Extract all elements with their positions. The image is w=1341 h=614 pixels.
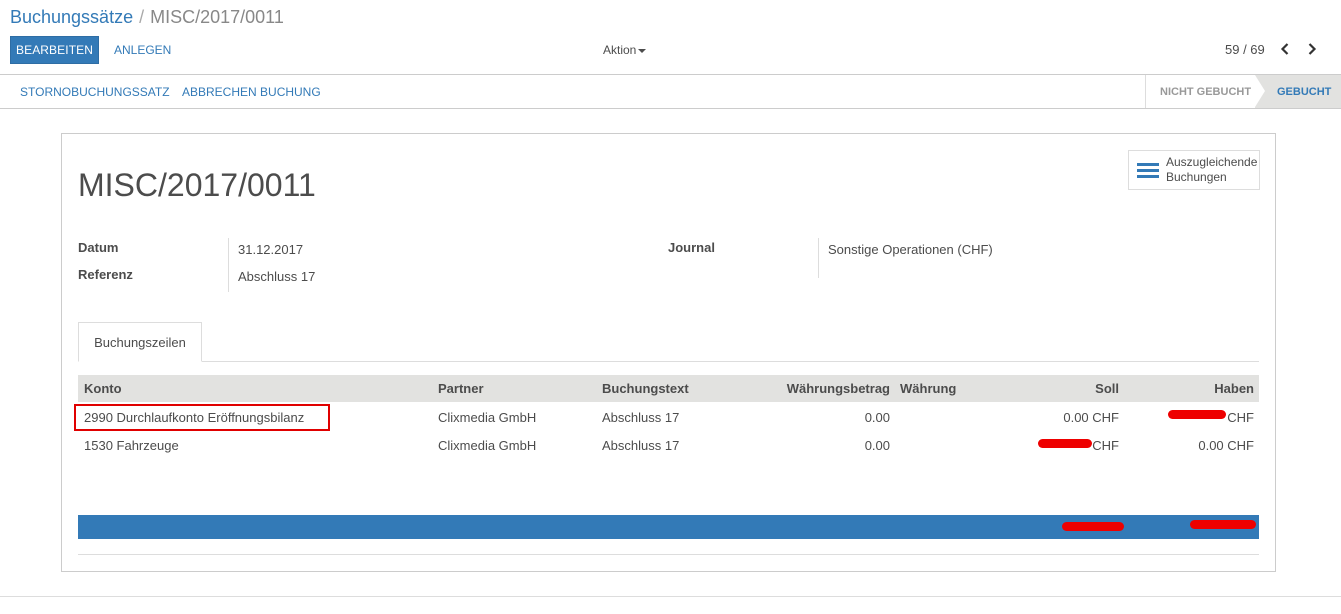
cancel-entry-button[interactable]: ABBRECHEN BUCHUNG <box>182 85 321 99</box>
column-soll[interactable]: Soll <box>1018 381 1119 396</box>
redaction-mark <box>1168 410 1226 419</box>
pager-previous-button[interactable] <box>1277 40 1293 58</box>
create-button[interactable]: ANLEGEN <box>114 43 171 57</box>
action-dropdown[interactable]: Aktion <box>603 43 647 57</box>
field-divider-right <box>818 238 819 278</box>
statusbar: STORNOBUCHUNGSSATZ ABBRECHEN BUCHUNG NIC… <box>0 75 1341 109</box>
highlight-annotation-box <box>74 404 330 431</box>
edit-button[interactable]: BEARBEITEN <box>10 36 99 64</box>
row-buchungstext: Abschluss 17 <box>602 410 680 425</box>
action-dropdown-label: Aktion <box>603 43 637 57</box>
breadcrumb-parent-link[interactable]: Buchungssätze <box>10 7 133 27</box>
column-partner[interactable]: Partner <box>438 381 484 396</box>
row-partner: Clixmedia GmbH <box>438 410 537 425</box>
redaction-mark <box>1062 522 1124 531</box>
record-title: MISC/2017/0011 <box>78 167 316 203</box>
sheet-bottom-divider <box>84 571 1253 572</box>
tab-buchungszeilen[interactable]: Buchungszeilen <box>78 322 202 362</box>
field-divider-left <box>228 238 229 292</box>
journal-field: Sonstige Operationen (CHF) <box>828 242 993 257</box>
datum-field: 31.12.2017 <box>238 242 304 257</box>
caret-down-icon <box>638 48 647 53</box>
tab-divider <box>78 361 1259 362</box>
datum-label: Datum <box>78 240 119 255</box>
row-soll: 0.00 CHF <box>1063 410 1119 425</box>
status-posted: GEBUCHT <box>1255 75 1341 108</box>
chevron-left-icon <box>1280 43 1289 55</box>
pager-value[interactable]: 59 / 69 <box>1225 42 1265 57</box>
column-buchungstext[interactable]: Buchungstext <box>602 381 689 396</box>
row-konto: 1530 Fahrzeuge <box>84 438 179 453</box>
breadcrumb-current: MISC/2017/0011 <box>150 7 284 27</box>
row-waehrungsbetrag: 0.00 <box>864 410 890 425</box>
column-waehrung[interactable]: Währung <box>900 381 956 396</box>
column-waehrungsbetrag[interactable]: Währungsbetrag <box>740 381 890 396</box>
page-bottom-divider <box>0 596 1341 597</box>
row-buchungstext: Abschluss 17 <box>602 438 680 453</box>
column-konto[interactable]: Konto <box>84 381 122 396</box>
row-haben: 0.00 CHF <box>1198 438 1254 453</box>
redaction-mark <box>1038 439 1092 448</box>
referenz-label: Referenz <box>78 267 133 282</box>
breadcrumb: Buchungssätze / MISC/2017/0011 <box>10 7 284 28</box>
table-header: Konto Partner Buchungstext Währungsbetra… <box>78 375 1259 402</box>
reconcile-entries-button[interactable]: Auszugleichende Buchungen <box>1128 150 1260 190</box>
smart-button-line1: Auszugleichende <box>1166 155 1258 169</box>
smart-button-line2: Buchungen <box>1166 170 1227 184</box>
chevron-right-icon <box>1308 43 1317 55</box>
row-partner: Clixmedia GmbH <box>438 438 537 453</box>
journal-label: Journal <box>668 240 715 255</box>
column-haben[interactable]: Haben <box>1138 381 1254 396</box>
reverse-entry-button[interactable]: STORNOBUCHUNGSSATZ <box>20 85 170 99</box>
referenz-field: Abschluss 17 <box>238 269 316 284</box>
breadcrumb-separator: / <box>139 7 145 27</box>
pager-next-button[interactable] <box>1304 40 1320 58</box>
redaction-mark <box>1190 520 1256 529</box>
table-footer-divider <box>78 554 1259 555</box>
status-indicator: NICHT GEBUCHT GEBUCHT <box>1145 75 1341 108</box>
status-not-posted: NICHT GEBUCHT <box>1145 75 1265 108</box>
row-waehrungsbetrag: 0.00 <box>864 438 890 453</box>
list-icon <box>1137 160 1159 181</box>
